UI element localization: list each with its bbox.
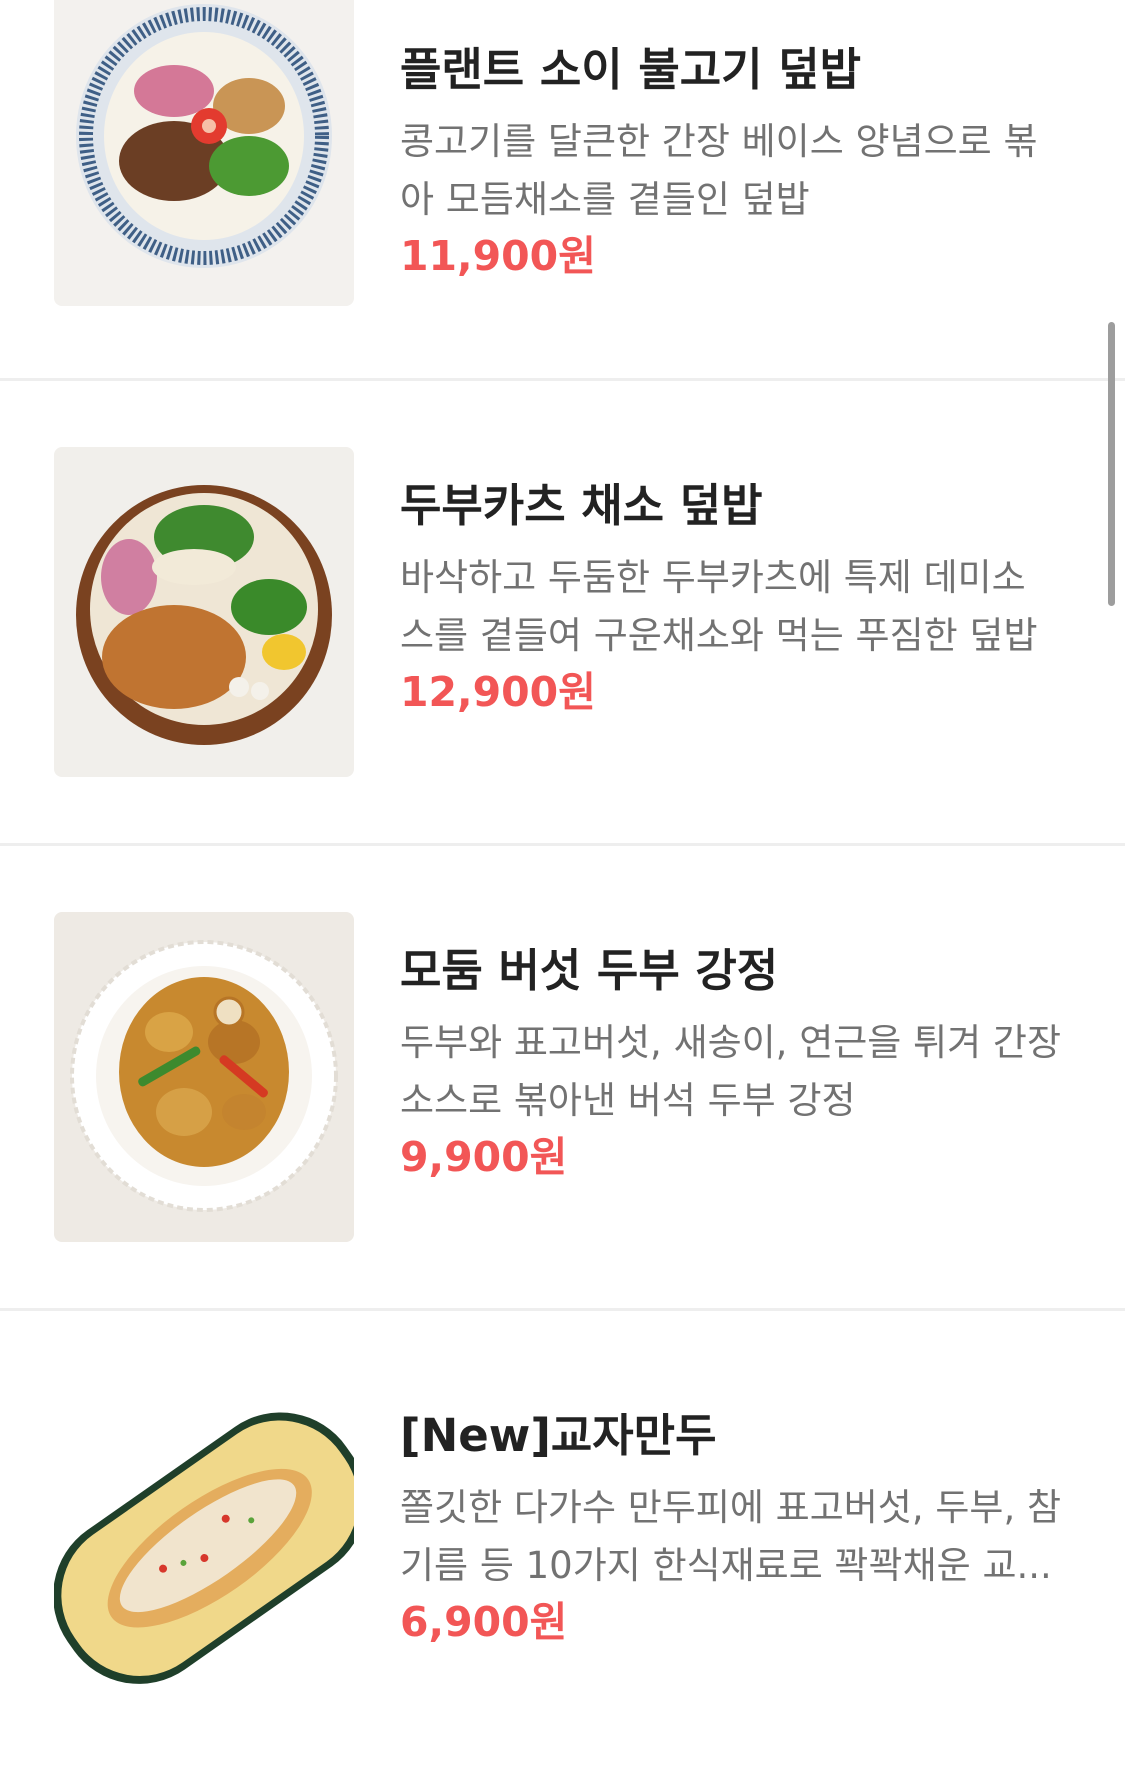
tofu-katsu-bowl-photo bbox=[54, 447, 354, 777]
item-description-line: 쫄깃한 다가수 만두피에 표고버섯, 두부, 참 bbox=[400, 1486, 1062, 1529]
menu-item-mushroom-tofu-gangjeong[interactable]: 모둠 버섯 두부 강정 두부와 표고버섯, 새송이, 연근을 튀겨 간장 소스로… bbox=[0, 846, 1125, 1311]
item-price: 6,900원 bbox=[400, 1598, 568, 1646]
menu-item-plant-soy-bulgogi[interactable]: 플랜트 소이 불고기 덮밥 콩고기를 달큰한 간장 베이스 양념으로 볶 아 모… bbox=[0, 0, 1125, 311]
scrollbar-thumb[interactable] bbox=[1108, 322, 1115, 606]
item-price: 12,900원 bbox=[400, 668, 596, 716]
item-description-line: 바삭하고 두둠한 두부카츠에 특제 데미소 bbox=[400, 556, 1026, 599]
mushroom-tofu-gangjeong-photo bbox=[54, 912, 354, 1242]
item-description: 콩고기를 달큰한 간장 베이스 양념으로 볶 아 모듬채소를 곁들인 덮밥 bbox=[400, 113, 1080, 229]
item-description-line: 두부와 표고버섯, 새송이, 연근을 튀겨 간장 bbox=[400, 1021, 1062, 1064]
item-name: 두부카츠 채소 덮밥 bbox=[400, 479, 763, 532]
item-description-line: 기름 등 10가지 한식재료로 꽉꽉채운 교... bbox=[400, 1544, 1052, 1587]
menu-item-gyoza[interactable]: [New]교자만두 쫄깃한 다가수 만두피에 표고버섯, 두부, 참 기름 등 … bbox=[0, 1311, 1125, 1776]
item-name: [New]교자만두 bbox=[400, 1409, 717, 1462]
item-description-line: 소스로 볶아낸 버석 두부 강정 bbox=[400, 1079, 856, 1122]
item-description: 바삭하고 두둠한 두부카츠에 특제 데미소 스를 곁들여 구운채소와 먹는 푸짐… bbox=[400, 549, 1080, 665]
item-description-line: 스를 곁들여 구운채소와 먹는 푸짐한 덮밥 bbox=[400, 614, 1038, 657]
gyoza-dumpling-photo bbox=[54, 1375, 354, 1705]
item-name: 모둠 버섯 두부 강정 bbox=[400, 944, 779, 997]
menu-list: 플랜트 소이 불고기 덮밥 콩고기를 달큰한 간장 베이스 양념으로 볶 아 모… bbox=[0, 0, 1125, 1705]
bulgogi-rice-bowl-photo bbox=[54, 0, 354, 306]
menu-item-tofu-katsu-bowl[interactable]: 두부카츠 채소 덮밥 바삭하고 두둠한 두부카츠에 특제 데미소 스를 곁들여 … bbox=[0, 381, 1125, 846]
item-description-line: 콩고기를 달큰한 간장 베이스 양념으로 볶 bbox=[400, 120, 1038, 163]
item-name: 플랜트 소이 불고기 덮밥 bbox=[400, 43, 862, 96]
item-price: 9,900원 bbox=[400, 1133, 568, 1181]
item-description: 두부와 표고버섯, 새송이, 연근을 튀겨 간장 소스로 볶아낸 버석 두부 강… bbox=[400, 1014, 1080, 1130]
item-description-line: 아 모듬채소를 곁들인 덮밥 bbox=[400, 178, 810, 221]
item-description: 쫄깃한 다가수 만두피에 표고버섯, 두부, 참 기름 등 10가지 한식재료로… bbox=[400, 1479, 1080, 1595]
item-price: 11,900원 bbox=[400, 232, 596, 280]
